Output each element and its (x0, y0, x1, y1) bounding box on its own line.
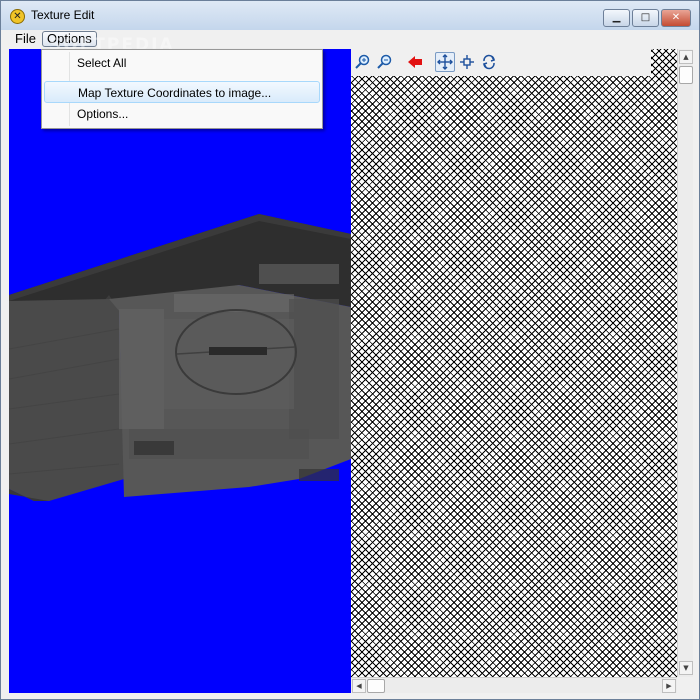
move-tool-button[interactable] (435, 52, 455, 72)
options-dropdown-menu: Select All Map Texture Coordinates to im… (41, 49, 323, 129)
pan-icon (460, 55, 474, 69)
texture-edit-window: ✕ Texture Edit ▁ □ ✕ File Options ▲ ▼ ◀ … (0, 0, 700, 700)
scroll-up-arrow[interactable]: ▲ (679, 50, 693, 64)
menu-file[interactable]: File (11, 31, 40, 47)
vertical-scrollbar[interactable]: ▲ ▼ (677, 49, 693, 677)
back-arrow-icon (408, 56, 422, 68)
window-title: Texture Edit (31, 8, 95, 22)
horizontal-scroll-thumb[interactable] (367, 679, 385, 693)
zoom-in-icon (355, 54, 370, 69)
maximize-button[interactable]: □ (632, 9, 659, 27)
uv-texture-panel[interactable] (351, 49, 677, 677)
horizontal-scrollbar[interactable]: ◀ ▶ (351, 677, 677, 693)
pan-tool-button[interactable] (457, 52, 477, 72)
menu-item-map-texture-coordinates[interactable]: Map Texture Coordinates to image... (44, 81, 320, 103)
zoom-out-icon (377, 54, 392, 69)
menu-options[interactable]: Options (42, 31, 97, 47)
title-bar[interactable]: ✕ Texture Edit ▁ □ ✕ (1, 1, 699, 30)
3d-viewport[interactable] (9, 49, 351, 693)
uv-toolbar (351, 49, 651, 76)
back-button[interactable] (405, 52, 425, 72)
close-button[interactable]: ✕ (661, 9, 691, 27)
zoom-out-button[interactable] (375, 52, 395, 72)
vertical-scroll-thumb[interactable] (679, 66, 693, 84)
zoom-in-button[interactable] (353, 52, 373, 72)
textured-box-model (9, 214, 351, 501)
minimize-button[interactable]: ▁ (603, 9, 630, 27)
move-icon (437, 54, 453, 70)
size-grip[interactable] (677, 677, 693, 693)
rotate-tool-button[interactable] (479, 52, 499, 72)
scroll-down-arrow[interactable]: ▼ (679, 661, 693, 675)
menu-item-select-all[interactable]: Select All (44, 52, 320, 74)
menu-item-options[interactable]: Options... (44, 103, 320, 125)
app-icon: ✕ (10, 9, 25, 24)
scroll-right-arrow[interactable]: ▶ (662, 679, 676, 693)
menu-bar: File Options (1, 30, 699, 49)
scroll-left-arrow[interactable]: ◀ (352, 679, 366, 693)
rotate-icon (482, 54, 496, 70)
